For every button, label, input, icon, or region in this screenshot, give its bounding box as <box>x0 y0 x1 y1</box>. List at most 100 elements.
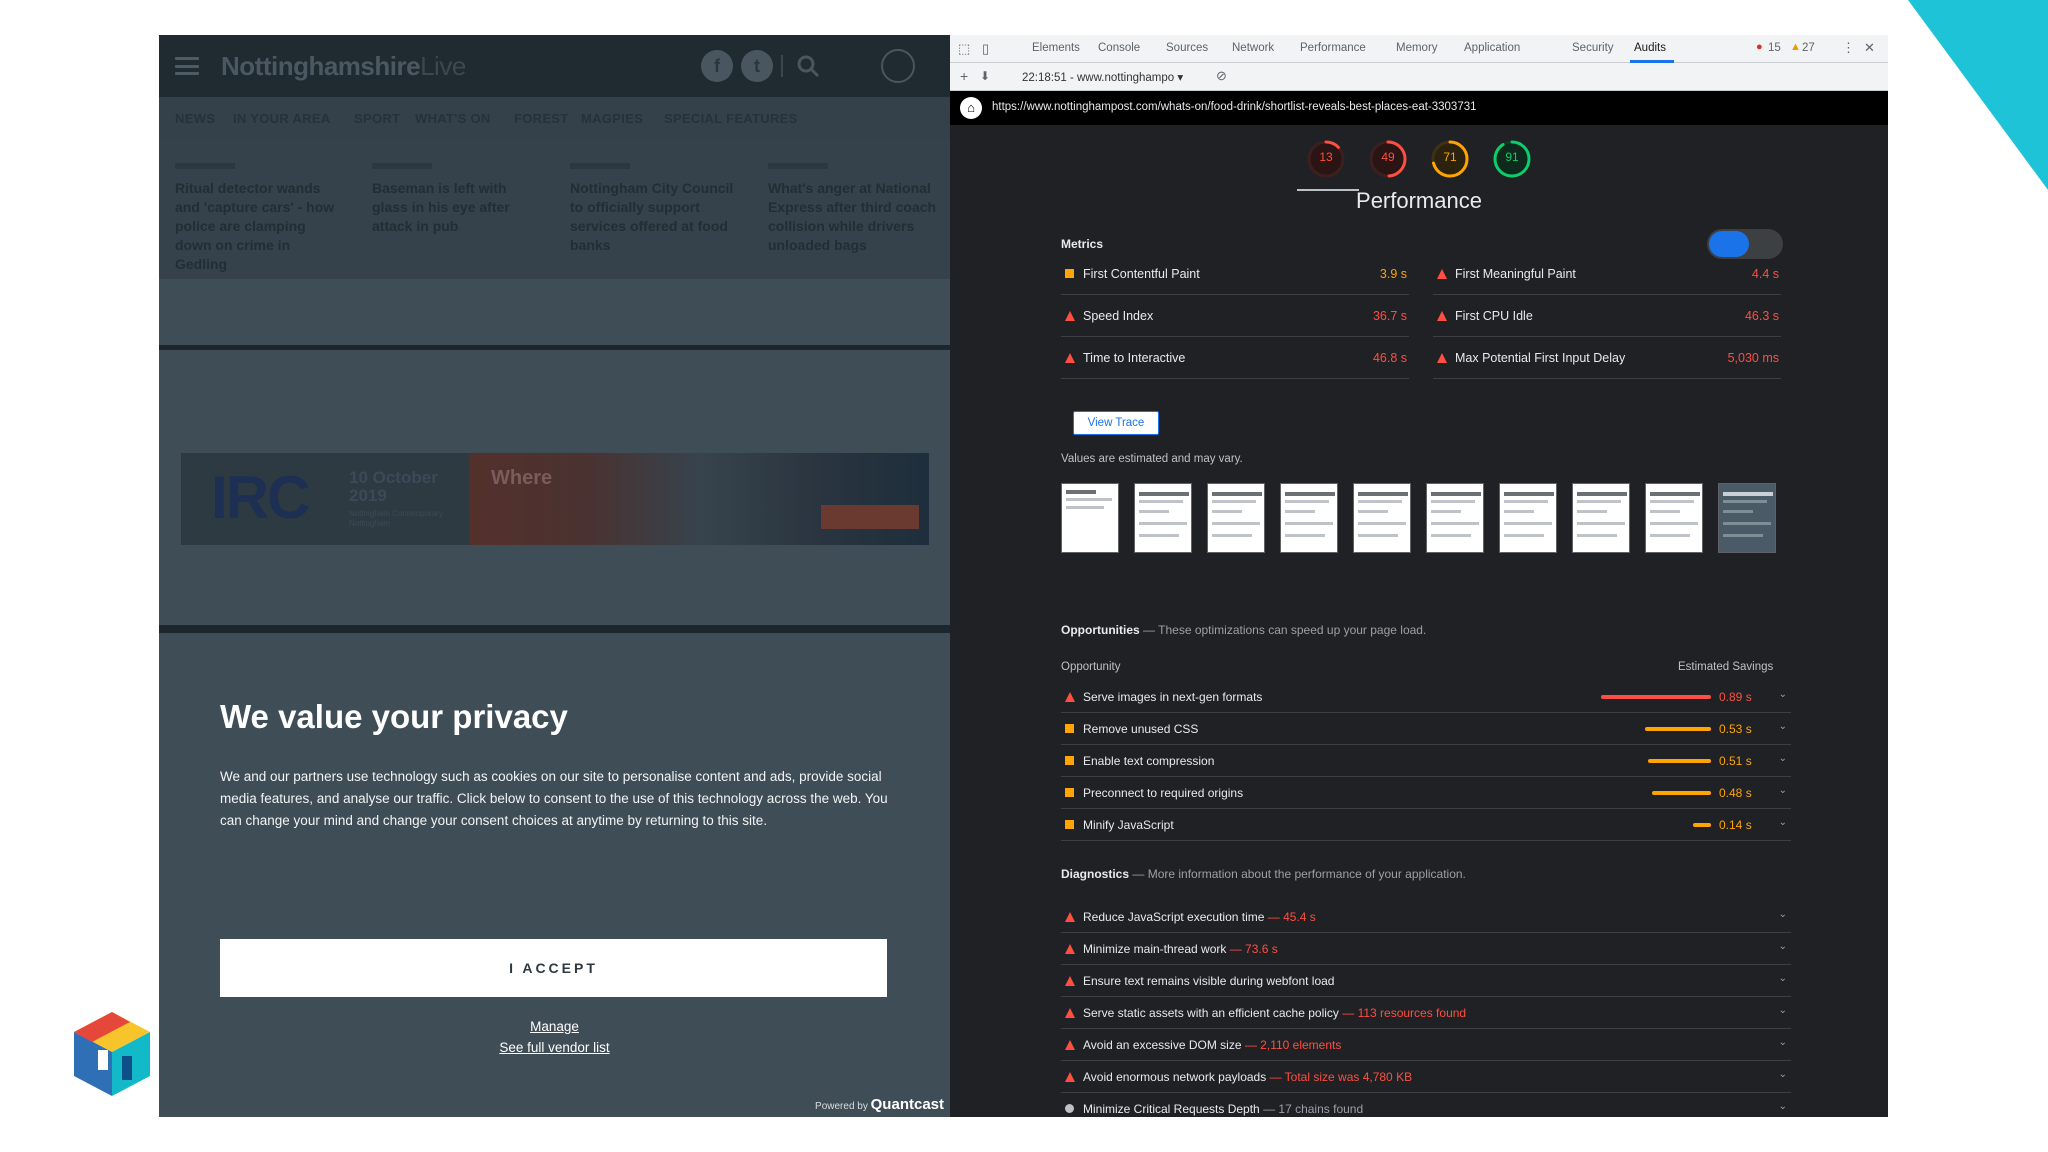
story-card[interactable]: Baseman is left with glass in his eye af… <box>372 163 542 236</box>
tab-security[interactable]: Security <box>1572 42 1614 54</box>
menu-icon[interactable] <box>175 57 199 75</box>
advert-banner[interactable]: IRC 10 October 2019 Nottingham Contempor… <box>181 453 929 545</box>
opportunity-row[interactable]: Minify JavaScript 0.14 s ⌄ <box>1061 809 1791 841</box>
tab-elements[interactable]: Elements <box>1032 42 1080 54</box>
chevron-down-icon[interactable]: ⌄ <box>1779 817 1787 828</box>
error-count[interactable]: 15 <box>1768 42 1781 54</box>
vendor-list-link[interactable]: See full vendor list <box>159 1040 950 1055</box>
story-headline[interactable]: Nottingham City Council to officially su… <box>570 179 740 255</box>
fail-icon <box>1065 1008 1075 1018</box>
chevron-down-icon[interactable]: ⌄ <box>1779 941 1787 952</box>
account-icon[interactable] <box>881 49 915 83</box>
session-select[interactable]: 22:18:51 - www.nottinghampo ▾ <box>1022 70 1183 84</box>
story-headline[interactable]: What's anger at National Express after t… <box>768 179 938 255</box>
chevron-down-icon[interactable]: ⌄ <box>1779 753 1787 764</box>
tab-audits[interactable]: Audits <box>1634 42 1666 54</box>
chevron-down-icon[interactable]: ⌄ <box>1779 689 1787 700</box>
gauge-score: 91 <box>1505 150 1519 164</box>
diagnostic-label: Reduce JavaScript execution time — 45.4 … <box>1083 910 1316 924</box>
opportunity-row[interactable]: Remove unused CSS 0.53 s ⌄ <box>1061 713 1791 745</box>
nav-item-sport[interactable]: SPORT <box>354 111 400 126</box>
average-icon <box>1065 820 1074 829</box>
search-icon[interactable] <box>795 53 821 79</box>
info-icon <box>1065 1104 1074 1113</box>
diagnostic-row[interactable]: Ensure text remains visible during webfo… <box>1061 965 1791 997</box>
manage-link[interactable]: Manage <box>159 1019 950 1034</box>
nav-item-whats-on[interactable]: WHAT'S ON <box>415 111 491 126</box>
opportunities-title: Opportunities <box>1061 623 1140 637</box>
website-panel: NottinghamshireLive f t NEWS IN YOUR ARE… <box>159 35 950 1117</box>
diagnostic-label: Minimize main-thread work — 73.6 s <box>1083 942 1278 956</box>
report-url[interactable]: https://www.nottinghampost.com/whats-on/… <box>992 101 1477 113</box>
diagnostic-row[interactable]: Avoid an excessive DOM size — 2,110 elem… <box>1061 1029 1791 1061</box>
metric-label: First CPU Idle <box>1455 309 1533 323</box>
story-card[interactable]: What's anger at National Express after t… <box>768 163 938 255</box>
filmstrip-frame <box>1645 483 1703 553</box>
story-card[interactable]: Ritual detector wands and 'capture cars'… <box>175 163 345 274</box>
gauge-score: 13 <box>1319 150 1333 164</box>
ad-cta-button[interactable] <box>821 505 919 529</box>
warning-count[interactable]: 27 <box>1802 42 1815 54</box>
chevron-down-icon[interactable]: ⌄ <box>1779 721 1787 732</box>
story-headline[interactable]: Ritual detector wands and 'capture cars'… <box>175 179 345 274</box>
nav-item-special-features[interactable]: SPECIAL FEATURES <box>664 111 798 126</box>
inspect-icon[interactable]: ⬚ <box>958 41 970 57</box>
diagnostic-row[interactable]: Reduce JavaScript execution time — 45.4 … <box>1061 901 1791 933</box>
chevron-down-icon[interactable]: ⌄ <box>1779 785 1787 796</box>
metric-item: First Meaningful Paint 4.4 s <box>1433 257 1781 295</box>
savings-bar <box>1693 823 1711 827</box>
nav-item-forest[interactable]: FOREST <box>514 111 569 126</box>
chevron-down-icon[interactable]: ⌄ <box>1779 1069 1787 1080</box>
tab-sources[interactable]: Sources <box>1166 42 1208 54</box>
close-icon[interactable]: ✕ <box>1864 40 1875 56</box>
tab-application[interactable]: Application <box>1464 42 1520 54</box>
view-trace-button[interactable]: View Trace <box>1073 411 1159 435</box>
diagnostic-row[interactable]: Serve static assets with an efficient ca… <box>1061 997 1791 1029</box>
device-toggle-icon[interactable]: ▯ <box>982 41 989 57</box>
diagnostic-row[interactable]: Minimize Critical Requests Depth — 17 ch… <box>1061 1093 1791 1117</box>
filmstrip-frame <box>1572 483 1630 553</box>
chevron-down-icon[interactable]: ⌄ <box>1779 1037 1787 1048</box>
diagnostic-row[interactable]: Avoid enormous network payloads — Total … <box>1061 1061 1791 1093</box>
fail-icon <box>1065 1072 1075 1082</box>
add-audit-icon[interactable]: + <box>960 68 968 84</box>
chevron-down-icon[interactable]: ⌄ <box>1779 973 1787 984</box>
diagnostic-label: Ensure text remains visible during webfo… <box>1083 974 1335 988</box>
powered-by[interactable]: Powered by Quantcast <box>815 1096 944 1113</box>
consent-title: We value your privacy <box>220 698 568 735</box>
savings-bar <box>1601 695 1711 699</box>
header-divider <box>781 55 783 77</box>
metric-label: Time to Interactive <box>1083 351 1186 365</box>
accept-button[interactable]: I ACCEPT <box>220 939 887 997</box>
tab-console[interactable]: Console <box>1098 42 1140 54</box>
download-icon[interactable]: ⬇ <box>980 69 990 83</box>
savings-value: 0.48 s <box>1719 786 1752 800</box>
story-card[interactable]: Nottingham City Council to officially su… <box>570 163 740 255</box>
chevron-down-icon[interactable]: ⌄ <box>1779 1101 1787 1112</box>
chevron-down-icon[interactable]: ⌄ <box>1779 909 1787 920</box>
filmstrip-frame <box>1134 483 1192 553</box>
clear-icon[interactable]: ⊘ <box>1216 68 1227 84</box>
nav-item-magpies[interactable]: MAGPIES <box>581 111 643 126</box>
facebook-icon[interactable]: f <box>701 50 733 82</box>
opportunity-row[interactable]: Serve images in next-gen formats 0.89 s ⌄ <box>1061 681 1791 713</box>
average-icon <box>1065 724 1074 733</box>
more-options-icon[interactable]: ⋮ <box>1842 40 1855 56</box>
diagnostic-row[interactable]: Minimize main-thread work — 73.6 s ⌄ <box>1061 933 1791 965</box>
nav-item-in-your-area[interactable]: IN YOUR AREA <box>233 111 331 126</box>
tab-memory[interactable]: Memory <box>1396 42 1438 54</box>
twitter-icon[interactable]: t <box>741 50 773 82</box>
col-opportunity: Opportunity <box>1061 661 1121 673</box>
metric-label: Speed Index <box>1083 309 1154 323</box>
tab-performance[interactable]: Performance <box>1300 42 1366 54</box>
chevron-down-icon[interactable]: ⌄ <box>1779 1005 1787 1016</box>
story-headline[interactable]: Baseman is left with glass in his eye af… <box>372 179 542 236</box>
opportunity-row[interactable]: Preconnect to required origins 0.48 s ⌄ <box>1061 777 1791 809</box>
opportunity-row[interactable]: Enable text compression 0.51 s ⌄ <box>1061 745 1791 777</box>
metrics-view-toggle[interactable] <box>1707 229 1783 259</box>
tab-network[interactable]: Network <box>1232 42 1274 54</box>
gauge-score: 49 <box>1381 150 1395 164</box>
nav-item-news[interactable]: NEWS <box>175 111 215 126</box>
average-icon <box>1065 269 1074 278</box>
site-logo[interactable]: NottinghamshireLive <box>221 51 466 82</box>
